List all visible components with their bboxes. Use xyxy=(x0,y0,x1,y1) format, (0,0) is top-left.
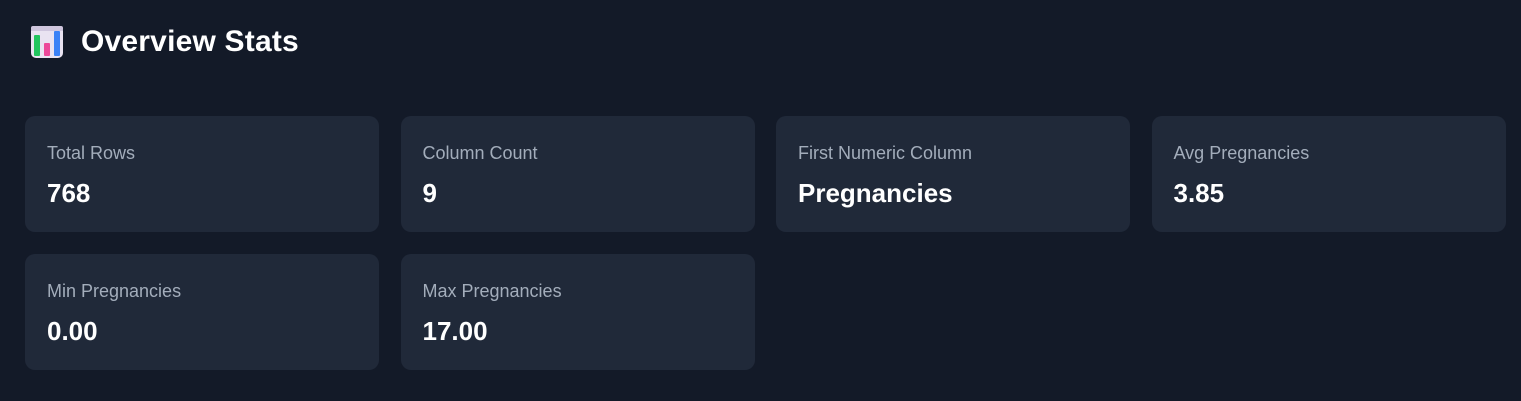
stat-card-column-count: Column Count 9 xyxy=(400,116,755,232)
stat-label: Max Pregnancies xyxy=(422,281,562,301)
page-header: Overview Stats xyxy=(30,24,299,60)
stat-card-total-rows: Total Rows 768 xyxy=(25,116,379,232)
stat-label: Avg Pregnancies xyxy=(1173,143,1310,163)
stat-value: 17.00 xyxy=(422,316,488,346)
stat-card-first-numeric-column: First Numeric Column Pregnancies xyxy=(776,116,1130,232)
stat-label: Min Pregnancies xyxy=(47,281,182,301)
stat-value: 768 xyxy=(47,178,91,208)
stat-label: Column Count xyxy=(422,143,538,163)
stat-card-min-pregnancies: Min Pregnancies 0.00 xyxy=(25,254,379,370)
page-title: Overview Stats xyxy=(81,25,299,58)
stat-value: 0.00 xyxy=(47,316,98,346)
stat-label: First Numeric Column xyxy=(798,143,973,163)
stat-value: 9 xyxy=(422,178,437,208)
stat-label: Total Rows xyxy=(47,143,136,163)
bar-chart-icon xyxy=(30,25,64,59)
stat-value: Pregnancies xyxy=(798,178,953,208)
stats-grid: Total Rows 768 Column Count 9 First Nume… xyxy=(25,116,1506,370)
stat-card-max-pregnancies: Max Pregnancies 17.00 xyxy=(400,254,755,370)
stat-card-avg-pregnancies: Avg Pregnancies 3.85 xyxy=(1151,116,1506,232)
stat-value: 3.85 xyxy=(1173,178,1225,208)
